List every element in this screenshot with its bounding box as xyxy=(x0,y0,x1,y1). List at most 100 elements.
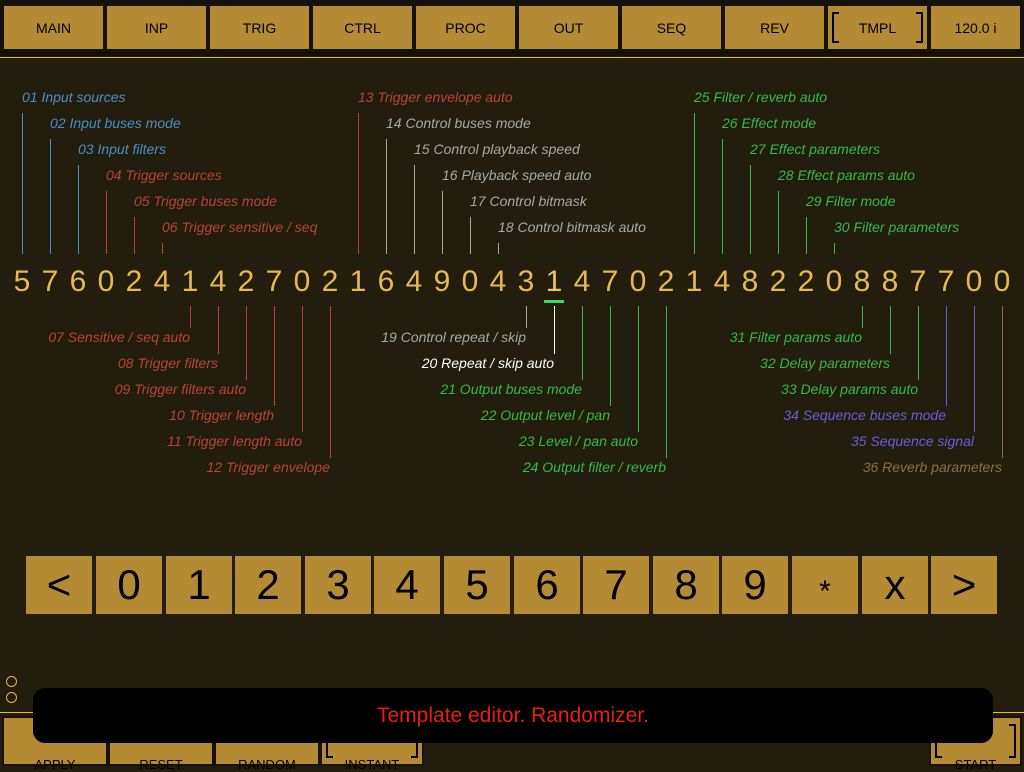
connector-21 xyxy=(582,306,583,380)
edit-cursor xyxy=(544,300,564,303)
tab-inp[interactable]: INP xyxy=(105,4,208,51)
param-label-12: 12 Trigger envelope xyxy=(206,459,330,475)
param-label-02: 02 Input buses mode xyxy=(50,115,181,131)
tab-proc[interactable]: PROC xyxy=(414,4,517,51)
connector-04 xyxy=(106,191,107,254)
template-digit[interactable]: 0 xyxy=(820,264,848,300)
tempo-display[interactable]: 120.0 i xyxy=(929,4,1022,51)
key-1[interactable]: 1 xyxy=(166,556,232,614)
connector-36 xyxy=(1002,306,1003,458)
tab-ctrl[interactable]: CTRL xyxy=(311,4,414,51)
tab-rev[interactable]: REV xyxy=(723,4,826,51)
param-label-27: 27 Effect parameters xyxy=(750,141,880,157)
key-right-arrow[interactable]: > xyxy=(931,556,997,614)
param-label-05: 05 Trigger buses mode xyxy=(134,193,277,209)
connector-01 xyxy=(22,113,23,254)
template-digit[interactable]: 0 xyxy=(988,264,1016,300)
param-label-28: 28 Effect params auto xyxy=(778,167,915,183)
template-digit[interactable]: 4 xyxy=(708,264,736,300)
connector-11 xyxy=(302,306,303,432)
param-label-33: 33 Delay params auto xyxy=(781,381,918,397)
connector-08 xyxy=(218,306,219,354)
template-digit[interactable]: 4 xyxy=(204,264,232,300)
template-digit[interactable]: 0 xyxy=(288,264,316,300)
template-digit[interactable]: 7 xyxy=(36,264,64,300)
indicator-circle-icon xyxy=(6,676,17,687)
param-label-23: 23 Level / pan auto xyxy=(518,433,638,449)
template-digit[interactable]: 9 xyxy=(428,264,456,300)
connector-16 xyxy=(442,191,443,254)
template-digit[interactable]: 4 xyxy=(148,264,176,300)
template-digit[interactable]: 1 xyxy=(680,264,708,300)
top-divider xyxy=(0,57,1024,58)
template-digit[interactable]: 7 xyxy=(904,264,932,300)
start-label: START xyxy=(954,756,997,772)
connector-32 xyxy=(890,306,891,354)
tab-trig[interactable]: TRIG xyxy=(208,4,311,51)
template-digit[interactable]: 0 xyxy=(624,264,652,300)
param-label-31: 31 Filter params auto xyxy=(729,329,862,345)
param-label-15: 15 Control playback speed xyxy=(414,141,580,157)
connector-03 xyxy=(78,165,79,254)
connector-34 xyxy=(946,306,947,406)
template-digit[interactable]: 2 xyxy=(120,264,148,300)
connector-28 xyxy=(778,191,779,254)
template-digit[interactable]: 1 xyxy=(344,264,372,300)
key-0[interactable]: 0 xyxy=(96,556,162,614)
param-label-34: 34 Sequence buses mode xyxy=(783,407,946,423)
key-5[interactable]: 5 xyxy=(444,556,510,614)
template-digit[interactable]: 6 xyxy=(64,264,92,300)
connector-18 xyxy=(498,243,499,254)
template-digit[interactable]: 7 xyxy=(932,264,960,300)
template-digit[interactable]: 3 xyxy=(512,264,540,300)
template-digit[interactable]: 1 xyxy=(540,264,568,300)
key-clear[interactable]: x xyxy=(862,556,928,614)
key-7[interactable]: 7 xyxy=(583,556,649,614)
template-digit[interactable]: 2 xyxy=(652,264,680,300)
template-digit[interactable]: 1 xyxy=(176,264,204,300)
reset-label: RESET xyxy=(139,756,183,772)
key-6[interactable]: 6 xyxy=(514,556,580,614)
random-label: RANDOM xyxy=(238,756,296,772)
key-2[interactable]: 2 xyxy=(235,556,301,614)
template-digit[interactable]: 8 xyxy=(876,264,904,300)
template-digit[interactable]: 2 xyxy=(764,264,792,300)
key-4[interactable]: 4 xyxy=(374,556,440,614)
template-digit[interactable]: 2 xyxy=(792,264,820,300)
template-digit[interactable]: 0 xyxy=(92,264,120,300)
template-digit[interactable]: 7 xyxy=(596,264,624,300)
connector-19 xyxy=(526,306,527,328)
param-label-35: 35 Sequence signal xyxy=(851,433,974,449)
key-left-arrow[interactable]: < xyxy=(26,556,92,614)
param-label-36: 36 Reverb parameters xyxy=(862,459,1002,475)
connector-17 xyxy=(470,217,471,254)
template-digit[interactable]: 0 xyxy=(456,264,484,300)
template-digit[interactable]: 4 xyxy=(568,264,596,300)
template-digit[interactable]: 4 xyxy=(400,264,428,300)
key-8[interactable]: 8 xyxy=(653,556,719,614)
param-label-25: 25 Filter / reverb auto xyxy=(694,89,828,105)
connector-25 xyxy=(694,113,695,254)
template-digit[interactable]: 6 xyxy=(372,264,400,300)
tab-tmpl[interactable]: TMPL xyxy=(826,4,929,51)
template-digit[interactable]: 2 xyxy=(316,264,344,300)
param-label-08: 08 Trigger filters xyxy=(117,355,218,371)
tab-main[interactable]: MAIN xyxy=(2,4,105,51)
tab-out[interactable]: OUT xyxy=(517,4,620,51)
connector-05 xyxy=(134,217,135,254)
connector-14 xyxy=(386,139,387,254)
key-randomize[interactable]: * xyxy=(792,556,858,614)
template-digit[interactable]: 0 xyxy=(960,264,988,300)
template-digit[interactable]: 7 xyxy=(260,264,288,300)
key-9[interactable]: 9 xyxy=(722,556,788,614)
param-label-09: 09 Trigger filters auto xyxy=(114,381,246,397)
connector-12 xyxy=(330,306,331,458)
param-label-21: 21 Output buses mode xyxy=(440,381,582,397)
template-digit[interactable]: 4 xyxy=(484,264,512,300)
key-3[interactable]: 3 xyxy=(305,556,371,614)
template-digit[interactable]: 2 xyxy=(232,264,260,300)
template-digit[interactable]: 5 xyxy=(8,264,36,300)
template-digit[interactable]: 8 xyxy=(736,264,764,300)
tab-seq[interactable]: SEQ xyxy=(620,4,723,51)
template-digit[interactable]: 8 xyxy=(848,264,876,300)
